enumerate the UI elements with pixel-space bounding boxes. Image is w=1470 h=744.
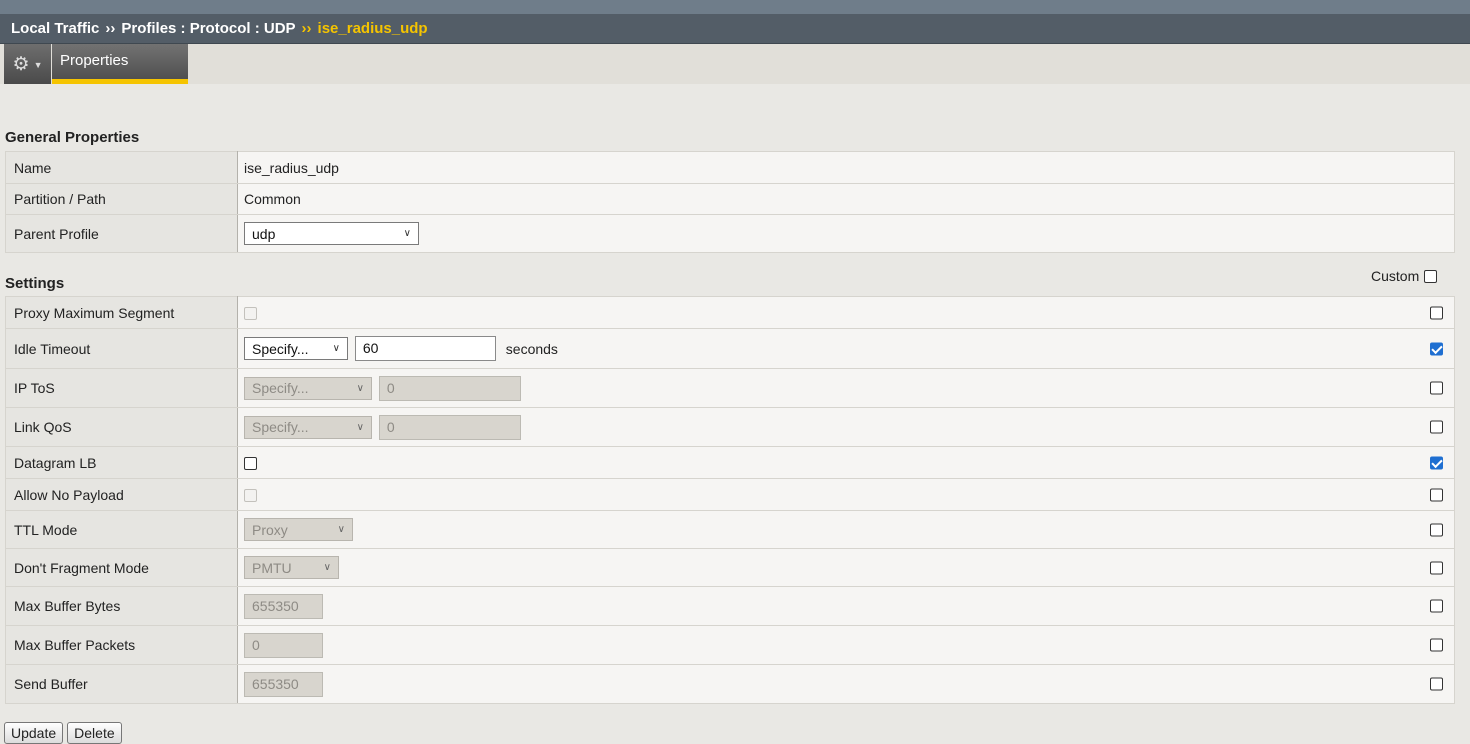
idle-timeout-select[interactable]: Specify... ∨ (244, 337, 348, 360)
ip-tos-select[interactable]: Specify... ∨ (244, 376, 372, 400)
dont-fragment-selected: PMTU (252, 559, 292, 576)
link-qos-custom-checkbox[interactable] (1430, 420, 1443, 434)
datagram-lb-label: Datagram LB (5, 446, 238, 479)
idle-timeout-custom-checkbox[interactable] (1430, 342, 1443, 355)
table-row: Name ise_radius_udp (5, 151, 1455, 184)
action-buttons: Update Delete (4, 722, 122, 744)
custom-header: Custom (1371, 268, 1438, 284)
ip-tos-input[interactable]: 0 (378, 375, 521, 401)
allow-no-payload-checkbox[interactable] (244, 489, 257, 503)
idle-timeout-selected: Specify... (252, 340, 309, 357)
custom-label: Custom (1371, 268, 1420, 284)
idle-timeout-unit: seconds (505, 340, 558, 357)
breadcrumb-current: ise_radius_udp (317, 20, 428, 37)
proxy-mss-custom-checkbox[interactable] (1430, 306, 1443, 319)
chevron-down-icon: ∨ (337, 524, 345, 535)
gear-menu-button[interactable]: ⚙ ▼ (4, 44, 51, 84)
send-buffer-label: Send Buffer (5, 664, 238, 704)
caret-down-icon: ▼ (33, 59, 43, 70)
ttl-mode-custom-checkbox[interactable] (1430, 523, 1443, 536)
tab-properties[interactable]: Properties (52, 44, 188, 84)
chevron-down-icon: ∨ (323, 562, 331, 573)
idle-timeout-label: Idle Timeout (5, 328, 238, 369)
proxy-mss-checkbox[interactable] (244, 307, 257, 321)
ip-tos-custom-checkbox[interactable] (1430, 381, 1443, 395)
max-buffer-bytes-custom-checkbox[interactable] (1430, 599, 1443, 613)
datagram-lb-custom-checkbox[interactable] (1430, 456, 1443, 469)
chevron-down-icon: ∨ (332, 343, 340, 354)
settings-table: Proxy Maximum Segment Idle Timeout Speci… (5, 296, 1455, 704)
chevron-down-icon: ∨ (356, 421, 364, 433)
link-qos-input[interactable]: 0 (378, 414, 521, 440)
max-buffer-packets-label: Max Buffer Packets (5, 625, 238, 665)
max-buffer-packets-input[interactable]: 0 (244, 632, 323, 658)
top-strip (0, 0, 1470, 14)
table-row: Link QoS Specify... ∨ 0 (5, 407, 1455, 447)
delete-button[interactable]: Delete (67, 722, 122, 744)
datagram-lb-checkbox[interactable] (244, 457, 257, 471)
link-qos-label: Link QoS (5, 407, 238, 447)
gear-icon: ⚙ (12, 53, 30, 75)
link-qos-selected: Specify... (252, 419, 309, 435)
dont-fragment-label: Don't Fragment Mode (5, 548, 238, 587)
breadcrumb-profiles[interactable]: Profiles : Protocol : UDP (121, 20, 295, 37)
general-properties-table: Name ise_radius_udp Partition / Path Com… (5, 151, 1455, 253)
send-buffer-input[interactable]: 655350 (244, 671, 323, 697)
table-row: Partition / Path Common (5, 183, 1455, 215)
max-buffer-packets-custom-checkbox[interactable] (1430, 638, 1443, 652)
table-row: Datagram LB (5, 446, 1455, 479)
partition-label: Partition / Path (5, 183, 238, 215)
ttl-mode-select[interactable]: Proxy ∨ (244, 518, 353, 541)
parent-profile-label: Parent Profile (5, 214, 238, 253)
chevron-down-icon: ∨ (403, 228, 411, 239)
table-row: Allow No Payload (5, 478, 1455, 511)
chevron-down-icon: ∨ (356, 382, 364, 394)
custom-all-checkbox[interactable] (1424, 269, 1438, 283)
ttl-mode-label: TTL Mode (5, 510, 238, 549)
link-qos-select[interactable]: Specify... ∨ (244, 415, 372, 439)
ttl-mode-selected: Proxy (252, 521, 288, 538)
max-buffer-bytes-label: Max Buffer Bytes (5, 586, 238, 626)
table-row: Idle Timeout Specify... ∨ 60 seconds (5, 328, 1455, 369)
breadcrumb-local-traffic[interactable]: Local Traffic (11, 20, 99, 37)
breadcrumb-separator: ›› (105, 20, 116, 37)
dont-fragment-custom-checkbox[interactable] (1430, 561, 1443, 574)
breadcrumb-separator: ›› (301, 20, 312, 37)
partition-value: Common (237, 183, 1455, 215)
ip-tos-label: IP ToS (5, 368, 238, 408)
allow-no-payload-label: Allow No Payload (5, 478, 238, 511)
update-button[interactable]: Update (4, 722, 64, 744)
parent-profile-selected: udp (252, 225, 276, 242)
max-buffer-bytes-input[interactable]: 655350 (244, 593, 323, 619)
name-value: ise_radius_udp (237, 151, 1455, 184)
send-buffer-custom-checkbox[interactable] (1430, 677, 1443, 691)
breadcrumb: Local Traffic ›› Profiles : Protocol : UDP… (0, 14, 1470, 44)
allow-no-payload-custom-checkbox[interactable] (1430, 488, 1443, 501)
settings-title: Settings (5, 275, 65, 292)
table-row: Max Buffer Packets 0 (5, 625, 1455, 665)
parent-profile-select[interactable]: udp ∨ (244, 222, 419, 245)
table-row: TTL Mode Proxy ∨ (5, 510, 1455, 549)
general-properties-title: General Properties (5, 129, 140, 146)
table-row: Don't Fragment Mode PMTU ∨ (5, 548, 1455, 587)
table-row: Proxy Maximum Segment (5, 296, 1455, 329)
name-label: Name (5, 151, 238, 184)
table-row: Parent Profile udp ∨ (5, 214, 1455, 253)
dont-fragment-select[interactable]: PMTU ∨ (244, 556, 339, 579)
tab-bar: ⚙ ▼ Properties (0, 44, 1470, 84)
table-row: Send Buffer 655350 (5, 664, 1455, 704)
proxy-mss-label: Proxy Maximum Segment (5, 296, 238, 329)
table-row: Max Buffer Bytes 655350 (5, 586, 1455, 626)
ip-tos-selected: Specify... (252, 380, 309, 396)
table-row: IP ToS Specify... ∨ 0 (5, 368, 1455, 408)
idle-timeout-input[interactable]: 60 (354, 336, 496, 361)
